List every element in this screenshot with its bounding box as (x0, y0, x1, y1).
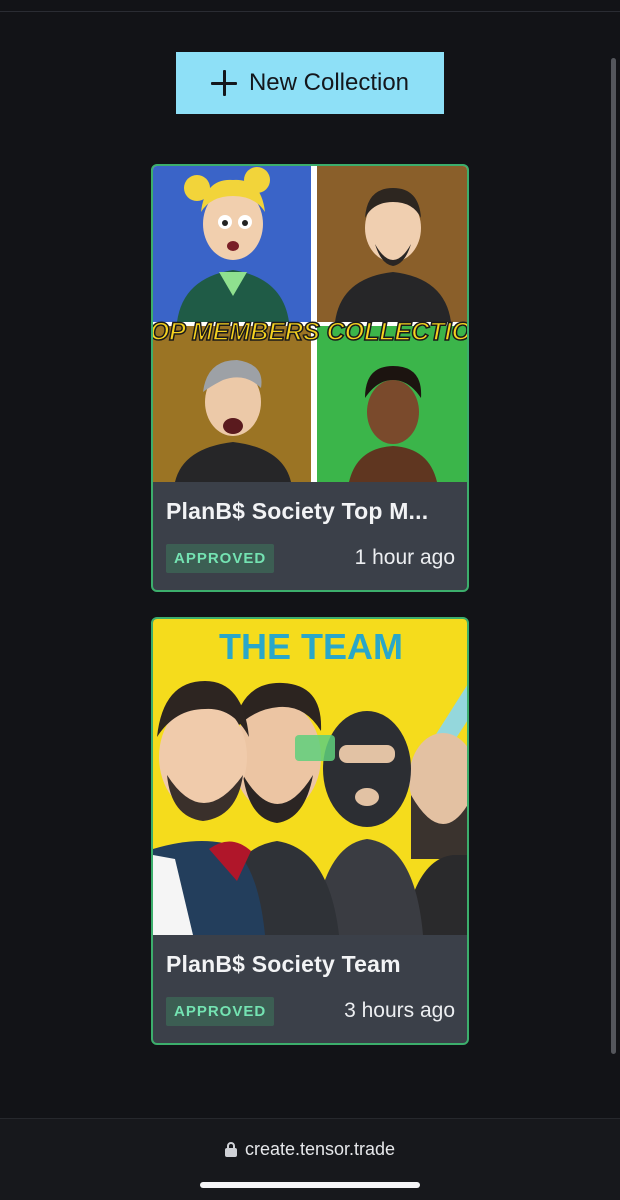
collection-timestamp: 1 hour ago (354, 546, 455, 569)
home-indicator[interactable] (200, 1182, 420, 1188)
thumbnail-caption: TOP MEMBERS COLLECTION (153, 318, 467, 346)
browser-bottom-bar: create.tensor.trade (0, 1118, 620, 1200)
scrollbar[interactable] (611, 58, 616, 1054)
address-bar[interactable]: create.tensor.trade (0, 1139, 620, 1160)
collection-thumbnail: TOP MEMBERS COLLECTION (153, 166, 467, 482)
status-badge: APPROVED (166, 997, 275, 1026)
collection-timestamp: 3 hours ago (344, 999, 455, 1022)
new-collection-button[interactable]: New Collection (176, 52, 444, 114)
collection-card[interactable]: TOP MEMBERS COLLECTION PlanB$ Society To… (151, 164, 469, 592)
collection-card[interactable]: THE TEAM PlanB$ Society Team APPROVED 3 … (151, 617, 469, 1045)
url-text: create.tensor.trade (244, 1139, 396, 1159)
collection-thumbnail: THE TEAM (153, 619, 467, 935)
collection-meta: PlanB$ Society Team APPROVED 3 hours ago (153, 935, 467, 1043)
collection-title: PlanB$ Society Top M... (166, 498, 429, 524)
collection-title: PlanB$ Society Team (166, 951, 401, 977)
top-divider (0, 11, 620, 12)
thumbnail-caption: THE TEAM (219, 626, 403, 667)
new-collection-label: New Collection (248, 69, 410, 96)
plus-icon (210, 70, 237, 96)
lock-icon (224, 1142, 237, 1157)
status-badge: APPROVED (166, 544, 275, 573)
collection-meta: PlanB$ Society Top M... APPROVED 1 hour … (153, 482, 467, 590)
